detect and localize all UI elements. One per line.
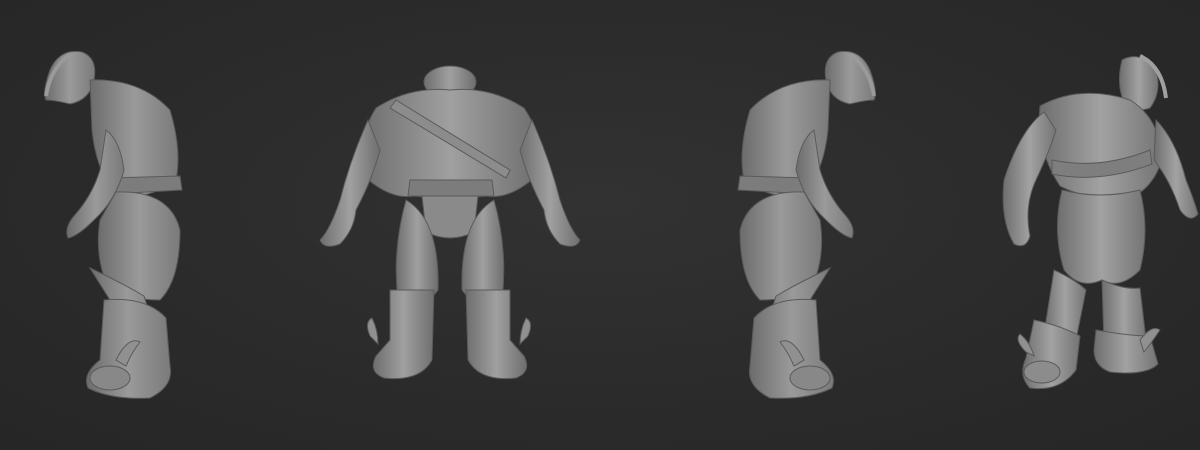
creature-sculpt-side	[44, 50, 183, 399]
figure-three-quarter-view	[990, 0, 1200, 450]
creature-sculpt-three-quarter	[1002, 54, 1199, 390]
figure-left-side-view	[20, 0, 220, 450]
creature-sculpt-side-mirrored	[737, 50, 876, 399]
sculpt-turnaround-canvas	[0, 0, 1200, 450]
figure-back-view	[310, 0, 590, 450]
figure-right-side-view	[700, 0, 900, 450]
creature-sculpt-back	[319, 65, 581, 380]
